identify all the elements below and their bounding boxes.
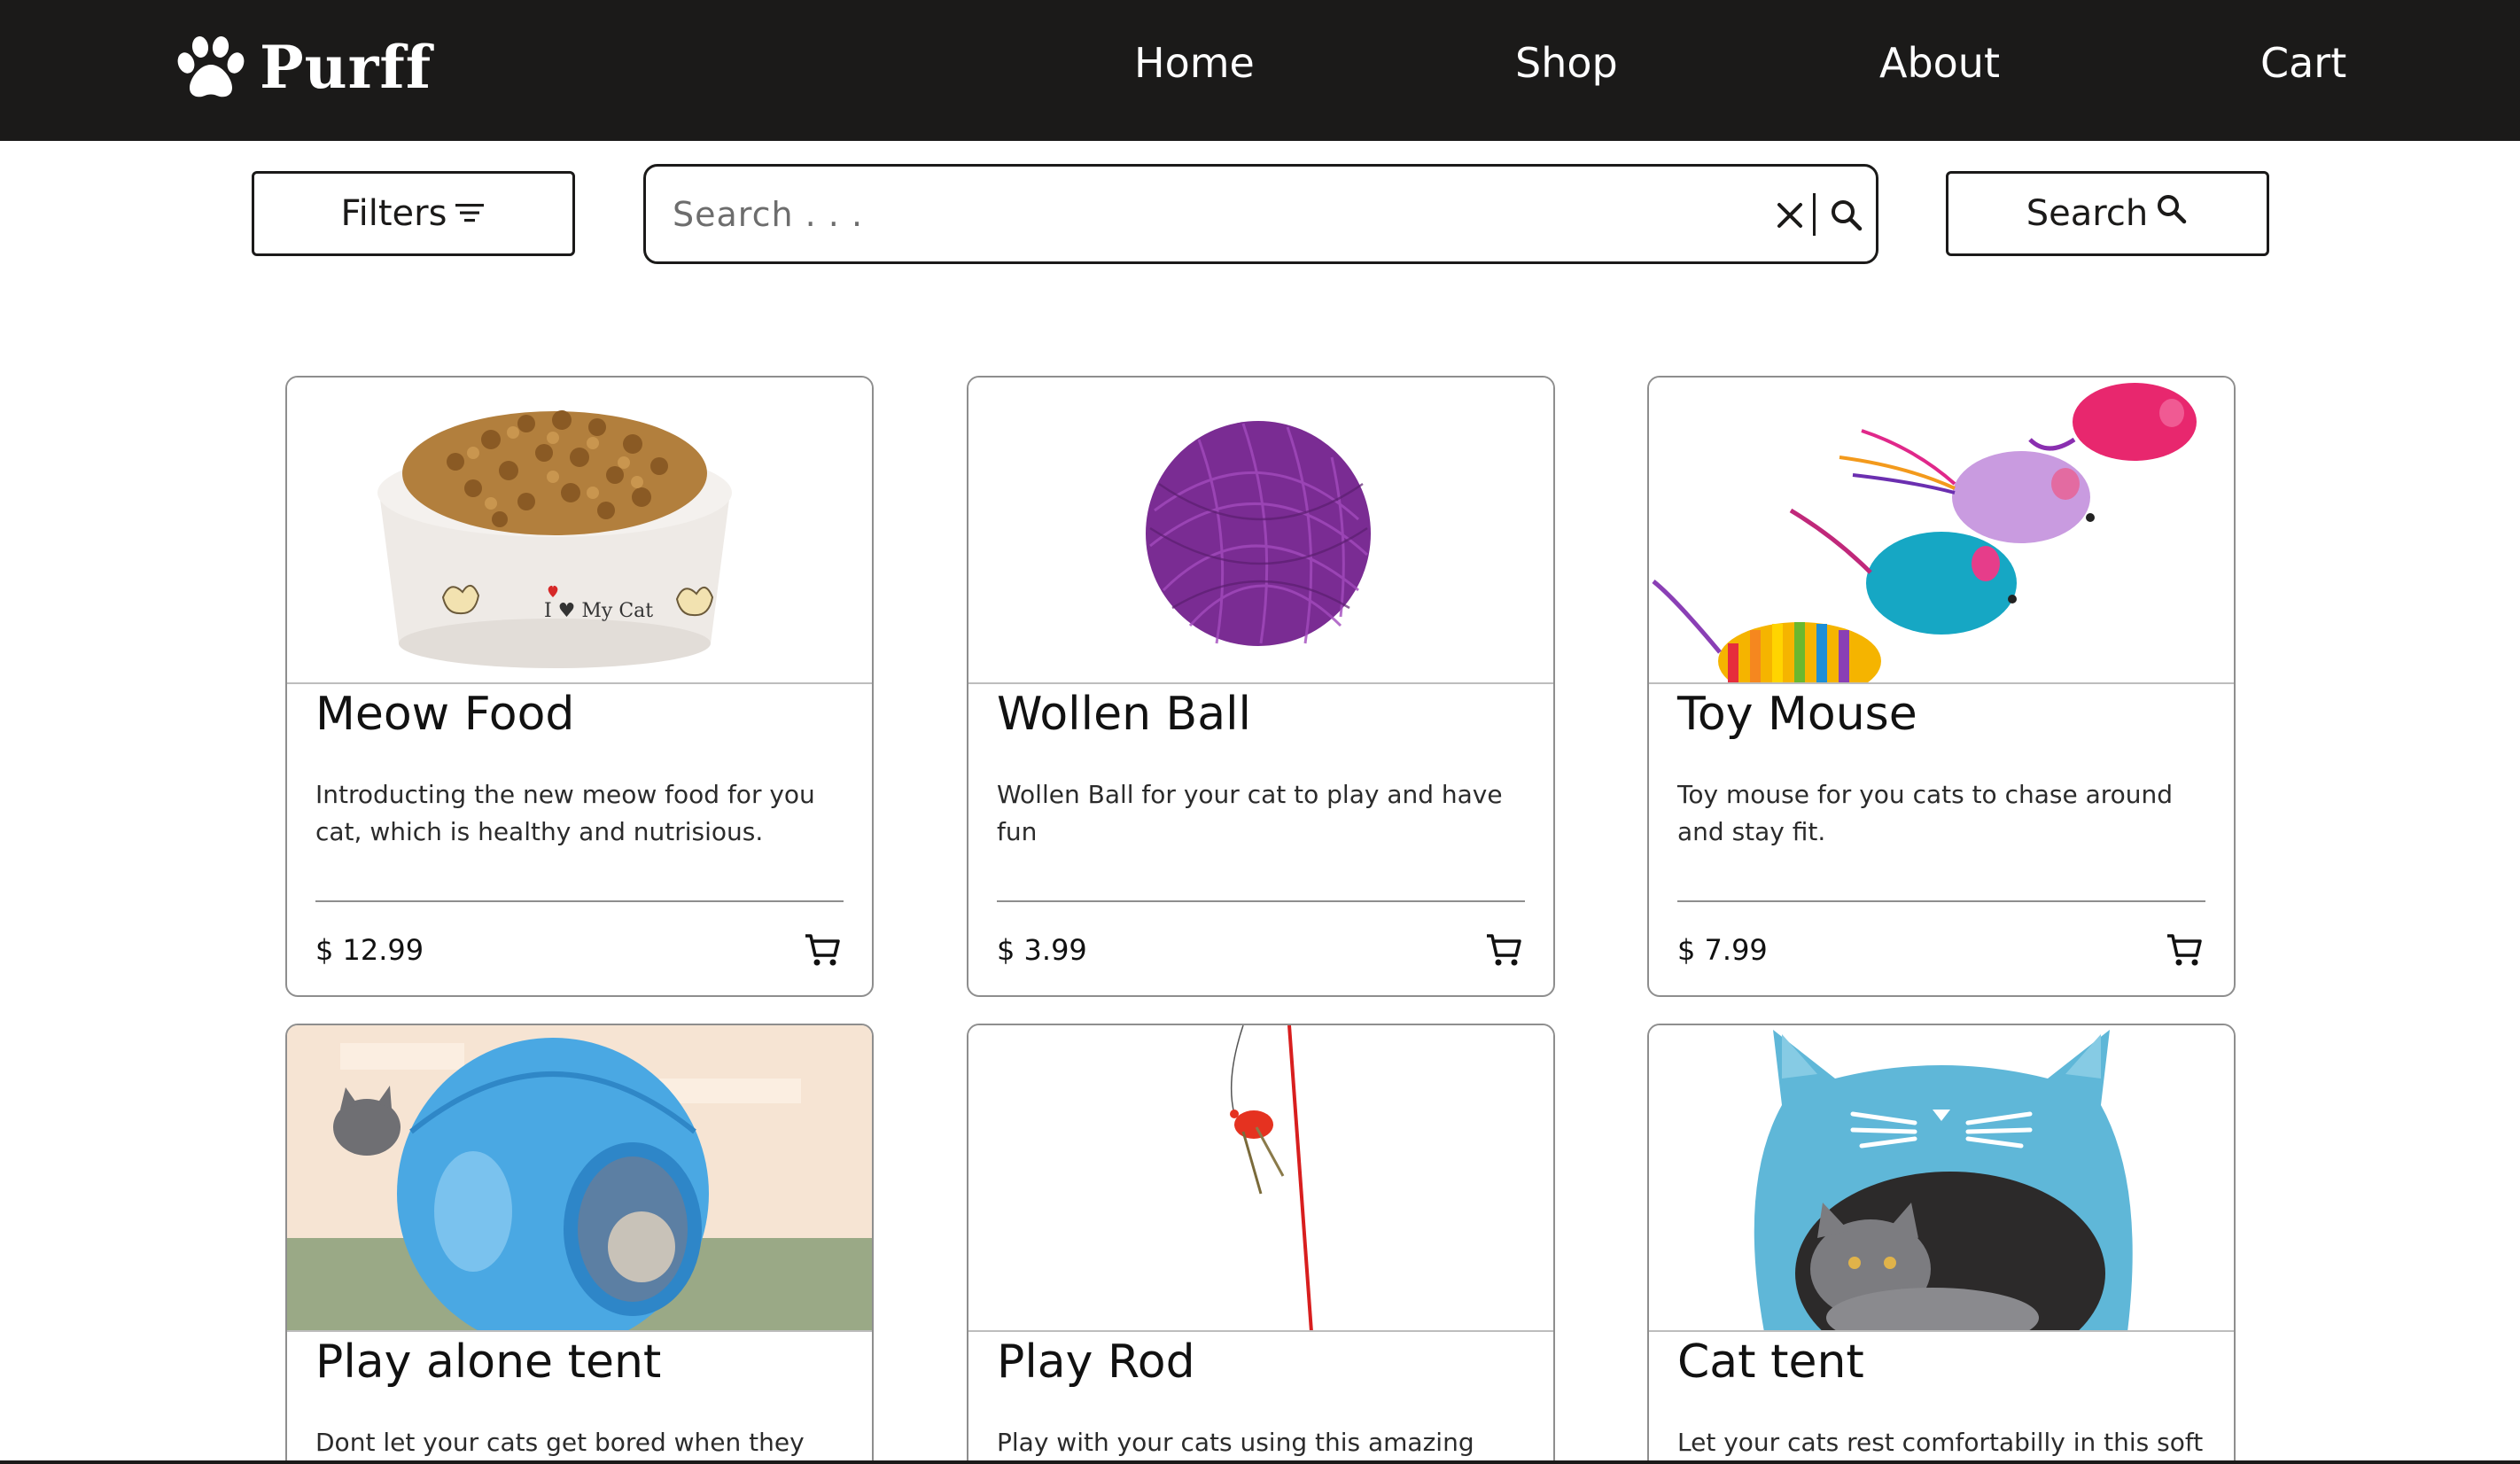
product-description: Let your cats rest comfortabilly in this… [1677, 1428, 2204, 1457]
page-bottom-border [0, 1460, 2520, 1464]
nav-shop-link[interactable]: Shop [1515, 39, 1618, 87]
add-to-cart-icon[interactable] [2165, 931, 2204, 970]
card-divider [997, 900, 1525, 902]
search-button[interactable]: Search [1946, 171, 2269, 256]
product-image-toy-mice [1649, 378, 2234, 684]
product-card[interactable]: Play Rod Play with your cats using this … [967, 1024, 1555, 1464]
close-icon[interactable] [1769, 195, 1810, 236]
product-title: Toy Mouse [1677, 688, 1917, 741]
product-image-felt-cat-cave [1649, 1025, 2234, 1332]
product-image-yarn-ball [968, 378, 1553, 684]
product-description: Dont let your cats get bored when they [315, 1428, 805, 1457]
paw-icon [175, 35, 247, 100]
product-card[interactable]: Play alone tent Dont let your cats get b… [285, 1024, 874, 1464]
product-card[interactable]: I ♥ My Cat Meow Food Introducting the ne… [285, 376, 874, 997]
product-image-pop-up-tent [287, 1025, 872, 1332]
card-divider [1677, 900, 2205, 902]
product-price: $ 12.99 [315, 933, 424, 967]
search-divider [1813, 193, 1816, 236]
product-card[interactable]: Wollen Ball Wollen Ball for your cat to … [967, 376, 1555, 997]
product-title: Meow Food [315, 688, 575, 741]
product-image-food-bowl: I ♥ My Cat [287, 378, 872, 684]
search-icon [2155, 192, 2189, 235]
product-description: Toy mouse for you cats to chase around a… [1677, 780, 2174, 846]
search-bar [643, 164, 1878, 264]
product-title: Wollen Ball [997, 688, 1251, 741]
nav-cart-link[interactable]: Cart [2260, 39, 2346, 87]
add-to-cart-icon[interactable] [1484, 931, 1523, 970]
filters-button[interactable]: Filters [252, 171, 575, 256]
product-description: Introducting the new meow food for you c… [315, 780, 815, 846]
product-image-feather-rod [968, 1025, 1553, 1332]
search-input[interactable] [673, 188, 1692, 241]
product-title: Play Rod [997, 1336, 1195, 1389]
filters-label: Filters [340, 193, 447, 234]
product-description: Wollen Ball for your cat to play and hav… [997, 780, 1503, 846]
brand-name: Purff [260, 33, 432, 102]
filter-lines-icon [454, 193, 486, 234]
bowl-print-text: I ♥ My Cat [544, 600, 653, 622]
product-card[interactable]: Toy Mouse Toy mouse for you cats to chas… [1647, 376, 2236, 997]
product-price: $ 3.99 [997, 933, 1087, 967]
product-title: Cat tent [1677, 1336, 1864, 1389]
card-divider [315, 900, 844, 902]
product-price: $ 7.99 [1677, 933, 1768, 967]
top-navbar: Purff Home Shop About Cart [0, 0, 2520, 141]
add-to-cart-icon[interactable] [803, 931, 842, 970]
product-card[interactable]: Cat tent Let your cats rest comfortabill… [1647, 1024, 2236, 1464]
search-button-label: Search [2026, 193, 2149, 234]
nav-home-link[interactable]: Home [1134, 39, 1255, 87]
brand-logo[interactable]: Purff [175, 32, 432, 103]
magnifier-icon[interactable] [1824, 193, 1869, 238]
nav-about-link[interactable]: About [1879, 39, 2000, 87]
product-description: Play with your cats using this amazing [997, 1428, 1474, 1457]
product-title: Play alone tent [315, 1336, 662, 1389]
